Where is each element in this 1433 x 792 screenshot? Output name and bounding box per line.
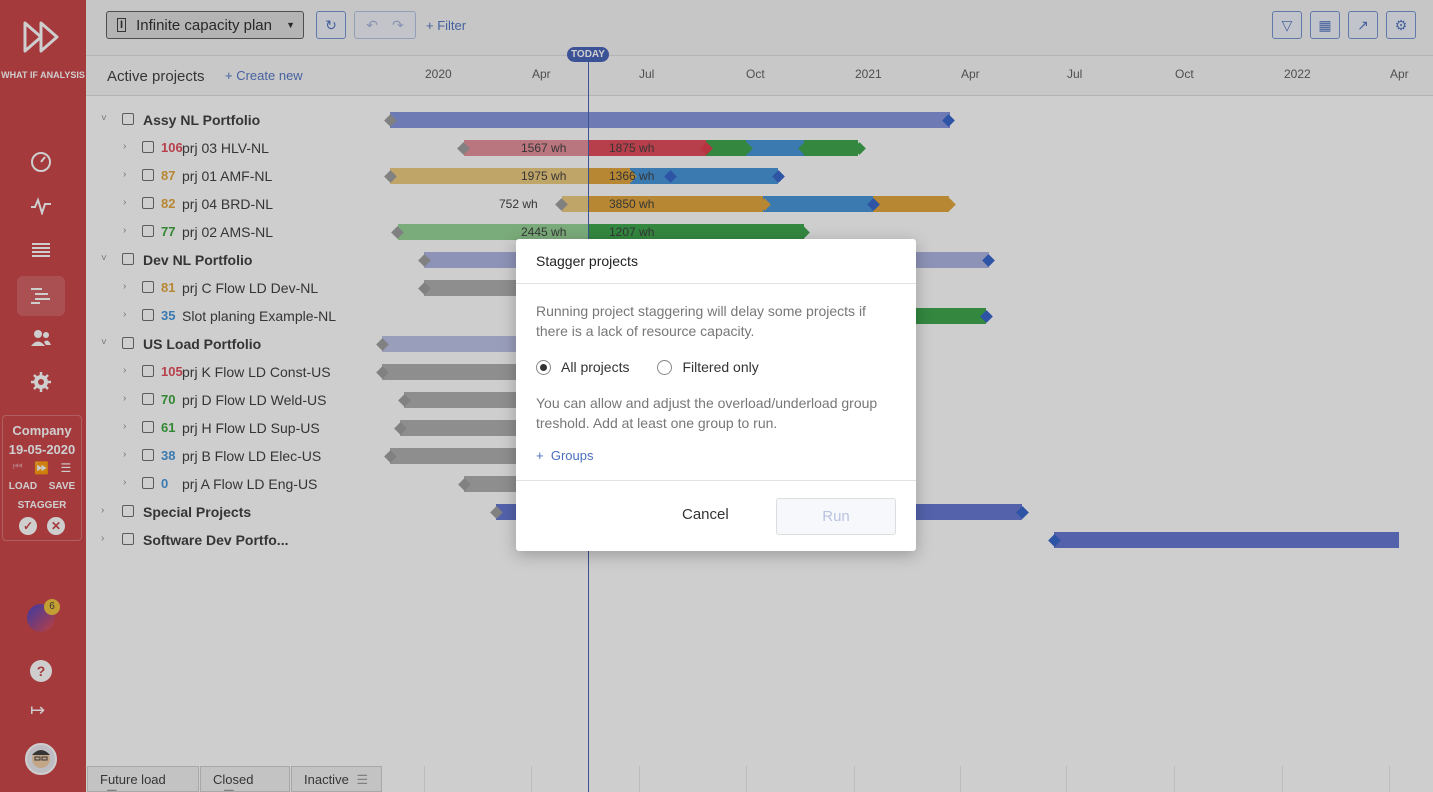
divider (516, 283, 916, 284)
radio-all-projects[interactable] (536, 359, 551, 375)
stagger-dialog: Stagger projects Running project stagger… (516, 239, 916, 551)
scope-radio-group: All projects Filtered only (536, 359, 759, 375)
groups-label: Groups (550, 448, 594, 463)
dialog-description: Running project staggering will delay so… (536, 303, 866, 339)
radio-all-label[interactable]: All projects (561, 359, 629, 375)
run-button[interactable]: Run (776, 498, 896, 535)
dialog-title: Stagger projects (536, 253, 638, 269)
radio-filtered-label[interactable]: Filtered only (682, 359, 758, 375)
divider (516, 480, 916, 481)
radio-selected-dot (540, 363, 547, 371)
add-groups-button[interactable]: + Groups (536, 448, 593, 463)
dialog-note: You can allow and adjust the overload/un… (536, 395, 878, 431)
radio-filtered-only[interactable] (657, 359, 673, 375)
cancel-button[interactable]: Cancel (682, 506, 729, 523)
